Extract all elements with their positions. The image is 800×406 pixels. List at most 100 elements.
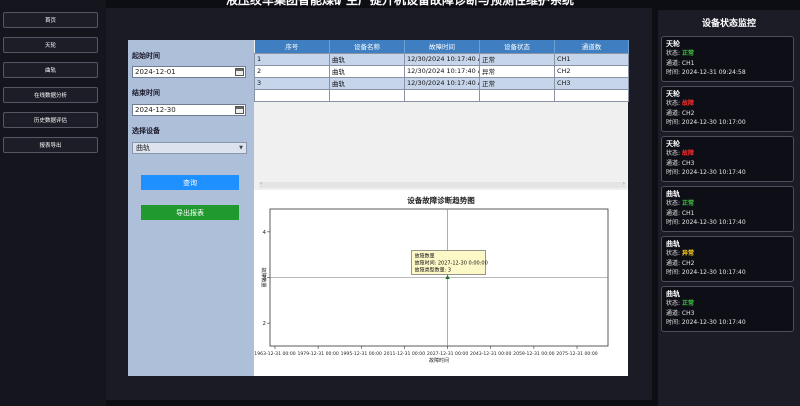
card-status-line: 状态: 正常 xyxy=(666,199,789,209)
card-status-line: 状态: 异常 xyxy=(666,249,789,259)
nav-curved-track-button[interactable]: 曲轨 xyxy=(3,62,98,78)
table-cell: 12/30/2024 10:17:40 A xyxy=(404,64,480,78)
x-tick-label: 2075-12-31 00:00 xyxy=(556,351,597,357)
nav-online-analysis-button[interactable]: 在线数据分析 xyxy=(3,87,98,103)
monitor-title: 设备状态监控 xyxy=(701,19,756,29)
card-time-line: 时间: 2024-12-30 10:17:40 xyxy=(666,269,746,276)
table-row[interactable]: 1 曲轨 12/30/2024 10:17:40 A 正常 CH1 xyxy=(254,52,629,66)
card-channel-line: 通道: CH2 xyxy=(666,259,695,267)
table-row[interactable]: 2 曲轨 12/30/2024 10:17:40 A 异常 CH2 xyxy=(254,64,629,78)
tooltip-line: 故障数量 xyxy=(415,253,435,260)
card-status-prefix: 状态: xyxy=(666,150,682,157)
column-header[interactable]: 设备名称 xyxy=(329,40,405,53)
table-cell: 3 xyxy=(254,76,330,90)
start-date-picker[interactable]: 2024-12-01 xyxy=(132,66,246,78)
table-cell xyxy=(404,88,480,102)
x-tick-label: 2027-12-31 00:00 xyxy=(427,351,468,357)
status-card[interactable]: 天轮 状态: 故障 通道: CH3 时间: 2024-12-30 10:17:40 xyxy=(661,136,794,182)
card-device-name: 天轮 xyxy=(666,90,680,98)
card-device-name: 曲轨 xyxy=(666,290,680,298)
status-card[interactable]: 天轮 状态: 正常 通道: CH1 时间: 2024-12-31 09:24:58 xyxy=(661,36,794,82)
nav-home-button[interactable]: 首页 xyxy=(3,12,98,28)
column-header[interactable]: 设备状态 xyxy=(479,40,555,53)
status-card[interactable]: 曲轨 状态: 正常 通道: CH3 时间: 2024-12-30 10:17:40 xyxy=(661,286,794,332)
table-cell: 正常 xyxy=(479,76,555,90)
table-header-row: 序号 设备名称 故障时间 设备状态 通道数 xyxy=(254,40,629,53)
y-tick-label: 2 xyxy=(263,321,267,327)
sidebar: 首页 天轮 曲轨 在线数据分析 历史数据评估 报表导出 xyxy=(0,0,106,406)
chart-canvas[interactable]: 2341963-12-31 00:00 1979-12-31 00:00 1995-… xyxy=(254,190,628,376)
table-row[interactable] xyxy=(254,88,629,102)
status-badge: 正常 xyxy=(681,200,694,207)
card-status-prefix: 状态: xyxy=(666,300,682,307)
x-tick-label: 1979-12-31 00:00 xyxy=(297,351,338,357)
table-cell: 曲轨 xyxy=(329,64,405,78)
chart-tooltip: 故障数量故障时间: 2027-12-30 0:00:00故障类型数量: 3 xyxy=(411,250,488,275)
device-select-value: 曲轨 xyxy=(136,144,150,152)
status-badge: 正常 xyxy=(681,300,694,307)
export-report-button[interactable]: 导出报表 xyxy=(141,205,239,220)
card-status-line: 状态: 故障 xyxy=(666,99,789,109)
column-header[interactable]: 故障时间 xyxy=(404,40,480,53)
card-time-line: 时间: 2024-12-31 09:24:58 xyxy=(666,69,746,76)
table-cell: 2 xyxy=(254,64,330,78)
table-cell xyxy=(254,88,330,102)
table-cell xyxy=(554,88,629,102)
scroll-right-icon[interactable]: › xyxy=(623,180,625,187)
nav-report-export-button[interactable]: 报表导出 xyxy=(3,137,98,153)
y-axis-title: 故障数量 xyxy=(260,267,267,287)
table-cell: 12/30/2024 10:17:40 A xyxy=(404,52,480,66)
device-select[interactable]: 曲轨 ▼ xyxy=(132,142,247,154)
table-cell: CH2 xyxy=(554,64,629,78)
status-card[interactable]: 曲轨 状态: 正常 通道: CH1 时间: 2024-12-30 10:17:40 xyxy=(661,186,794,232)
calendar-icon[interactable] xyxy=(235,106,244,114)
card-time-line: 时间: 2024-12-30 10:17:40 xyxy=(666,219,746,226)
x-tick-label: 1963-12-31 00:00 xyxy=(254,351,295,357)
status-badge: 故障 xyxy=(681,100,694,107)
nav-sheave-button[interactable]: 天轮 xyxy=(3,37,98,53)
table-cell xyxy=(329,88,405,102)
card-device-name: 天轮 xyxy=(666,40,680,48)
card-time-line: 时间: 2024-12-30 10:17:40 xyxy=(666,319,746,326)
table-cell: CH1 xyxy=(554,52,629,66)
calendar-icon[interactable] xyxy=(235,68,244,76)
query-button[interactable]: 查询 xyxy=(141,175,239,190)
column-header[interactable]: 通道数 xyxy=(554,40,629,53)
card-time-line: 时间: 2024-12-30 10:17:00 xyxy=(666,119,746,126)
nav-history-evaluation-button[interactable]: 历史数据评估 xyxy=(3,112,98,128)
app-window: 液压绞车集团智能煤矿生产提升机设备故障诊断与预测性维护系统 首页 天轮 曲轨 在… xyxy=(0,0,800,406)
card-channel-line: 通道: CH3 xyxy=(666,309,695,317)
fault-table: 序号 设备名称 故障时间 设备状态 通道数 1 曲轨 12/30/2024 10… xyxy=(254,40,629,102)
card-device-name: 天轮 xyxy=(666,140,680,148)
card-device-name: 曲轨 xyxy=(666,190,680,198)
x-axis-title: 故障时间 xyxy=(429,357,449,364)
status-badge: 故障 xyxy=(681,150,694,157)
table-cell: CH3 xyxy=(554,76,629,90)
end-time-label: 结束时间 xyxy=(132,89,160,97)
status-card[interactable]: 天轮 状态: 故障 通道: CH2 时间: 2024-12-30 10:17:00 xyxy=(661,86,794,132)
tooltip-line: 故障时间: 2027-12-30 0:00:00 xyxy=(415,260,488,267)
table-cell: 曲轨 xyxy=(329,52,405,66)
x-tick-label: 2059-12-31 00:00 xyxy=(513,351,554,357)
table-cell: 曲轨 xyxy=(329,76,405,90)
y-tick-label: 4 xyxy=(263,230,267,236)
end-date-value: 2024-12-30 xyxy=(135,106,176,114)
column-header[interactable]: 序号 xyxy=(254,40,330,53)
status-monitor-panel: 设备状态监控 天轮 状态: 正常 通道: CH1 时间: 2024-12-31 09:… xyxy=(658,10,800,406)
end-date-picker[interactable]: 2024-12-30 xyxy=(132,104,246,116)
card-channel-line: 通道: CH2 xyxy=(666,109,695,117)
start-date-value: 2024-12-01 xyxy=(135,68,176,76)
status-card[interactable]: 曲轨 状态: 异常 通道: CH2 时间: 2024-12-30 10:17:40 xyxy=(661,236,794,282)
card-status-line: 状态: 正常 xyxy=(666,49,789,59)
data-point[interactable] xyxy=(445,275,450,279)
table-row[interactable]: 3 曲轨 12/30/2024 10:17:40 A 正常 CH3 xyxy=(254,76,629,90)
card-channel-line: 通道: CH3 xyxy=(666,159,695,167)
x-tick-label: 2043-12-31 00:00 xyxy=(470,351,511,357)
card-status-prefix: 状态: xyxy=(666,250,682,257)
chevron-down-icon: ▼ xyxy=(239,145,243,151)
card-status-line: 状态: 故障 xyxy=(666,149,789,159)
card-status-line: 状态: 正常 xyxy=(666,299,789,309)
tooltip-line: 故障类型数量: 3 xyxy=(415,267,451,274)
scroll-left-icon[interactable]: ‹ xyxy=(260,180,262,187)
horizontal-scrollbar[interactable]: ‹ › xyxy=(259,180,626,188)
